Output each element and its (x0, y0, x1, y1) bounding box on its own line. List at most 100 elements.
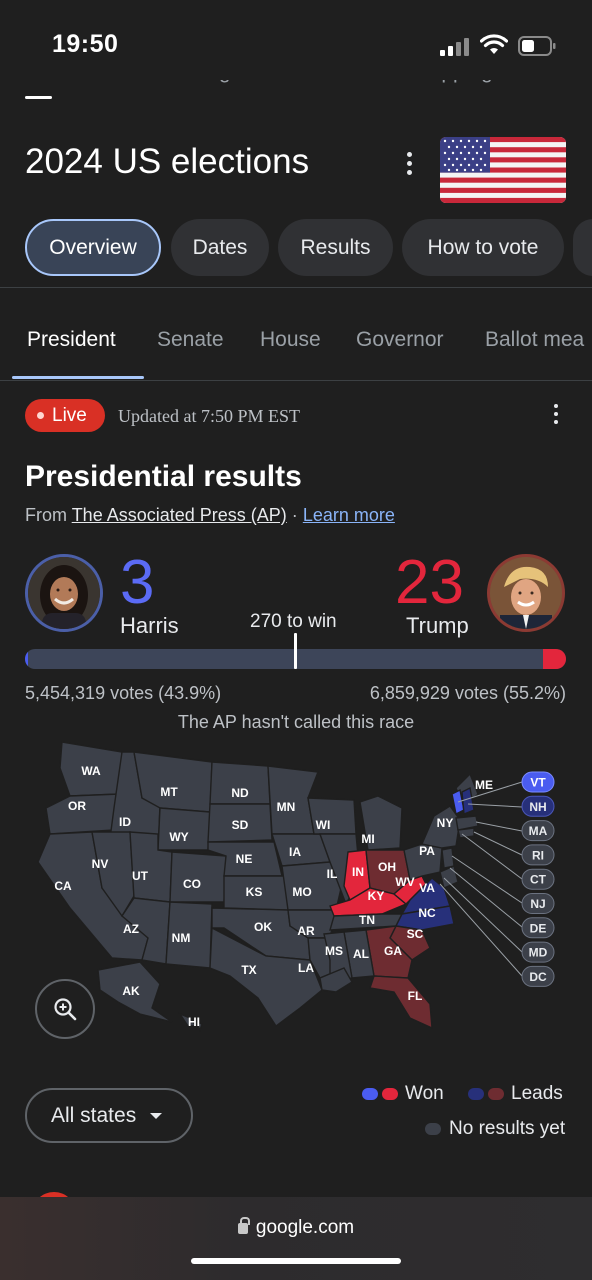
state-label-ny: NY (437, 816, 454, 830)
state-label-sd: SD (232, 818, 249, 832)
race-status: The AP hasn't called this race (177, 712, 415, 732)
state-label-il: IL (327, 867, 338, 881)
divider (0, 287, 592, 288)
state-label-nc: NC (418, 906, 436, 920)
page-title: 2024 US elections (25, 142, 310, 181)
harris-avatar[interactable] (25, 554, 103, 632)
state-label-in: IN (352, 865, 364, 879)
trump-popular-votes: 6,859,929 votes (55.2%) (369, 683, 566, 703)
topic-chips: Overview Dates Results How to vote (25, 219, 592, 277)
chip-results[interactable]: Results (278, 219, 393, 276)
no-results-swatch (425, 1123, 441, 1135)
state-label-me: ME (475, 778, 493, 792)
zoom-in-icon (54, 998, 77, 1021)
to-win-label: 270 to win (250, 611, 337, 632)
caret-down-icon (150, 1112, 163, 1119)
state-label-mi: MI (361, 832, 374, 846)
state-label-nd: ND (231, 786, 249, 800)
chip-dates[interactable]: Dates (171, 219, 269, 276)
state-label-ia: IA (289, 845, 301, 859)
legend-leads: Leads (468, 1083, 563, 1105)
us-electoral-map[interactable]: WA OR CA ID NV MT WY UT AZ CO NM ND SD NE KS OK TX MN IA MO… (30, 738, 570, 1038)
state-label-wv: WV (395, 875, 414, 889)
state-label-ar: AR (297, 924, 315, 938)
ap-source-link[interactable]: The Associated Press (AP) (72, 505, 287, 525)
callout-label-dc: DC (529, 970, 547, 984)
trump-progress-fill (542, 649, 566, 669)
callout-label-nj: NJ (530, 897, 545, 911)
source-prefix: From (25, 505, 67, 525)
won-harris-swatch (362, 1088, 378, 1100)
callout-label-ma: MA (529, 824, 548, 838)
search-tab-indicator (25, 96, 52, 99)
callout-label-ct: CT (530, 873, 547, 887)
state-label-oh: OH (378, 860, 396, 874)
state-label-ut: UT (132, 869, 149, 883)
legend-won-label: Won (405, 1083, 444, 1104)
state-label-sc: SC (407, 927, 424, 941)
tab-ballot-measures[interactable]: Ballot mea (485, 328, 584, 352)
callout-label-vt: VT (530, 776, 546, 790)
card-menu-icon[interactable] (551, 404, 561, 428)
race-tabs: President Senate House Governor Ballot m… (0, 318, 592, 380)
chip-how-to-vote[interactable]: How to vote (402, 219, 564, 276)
results-title: Presidential results (25, 460, 302, 493)
state-label-co: CO (183, 877, 201, 891)
state-label-az: AZ (123, 922, 139, 936)
legend-won: Won (362, 1083, 444, 1105)
state-label-hi: HI (188, 1015, 200, 1029)
trump-avatar[interactable] (487, 554, 565, 632)
state-label-ca: CA (54, 879, 72, 893)
callout-label-md: MD (529, 946, 548, 960)
url-display[interactable]: google.com (0, 1217, 592, 1239)
state-label-al: AL (353, 947, 369, 961)
tab-senate[interactable]: Senate (157, 328, 224, 352)
wifi-icon (480, 34, 508, 54)
browser-url-bar[interactable]: google.com (0, 1197, 592, 1280)
trump-name: Trump (406, 613, 469, 638)
tab-president[interactable]: President (27, 328, 116, 352)
tab-governor[interactable]: Governor (356, 328, 444, 352)
more-options-icon[interactable] (402, 152, 416, 178)
state-label-mt: MT (160, 785, 178, 799)
all-states-label: All states (51, 1103, 137, 1127)
tab-indicator (12, 376, 144, 379)
state-label-wa: WA (81, 764, 101, 778)
home-indicator[interactable] (191, 1258, 401, 1264)
live-badge: Live (25, 399, 105, 432)
harris-popular-votes: 5,454,319 votes (43.9%) (25, 683, 222, 703)
state-label-la: LA (298, 961, 314, 975)
lead-harris-swatch (468, 1088, 484, 1100)
state-label-id: ID (119, 815, 131, 829)
us-flag-image (440, 137, 566, 203)
learn-more-link[interactable]: Learn more (303, 505, 395, 525)
tab-house[interactable]: House (260, 328, 321, 352)
legend-no-results-label: No results yet (449, 1118, 566, 1139)
all-states-dropdown[interactable]: All states (25, 1088, 193, 1143)
state-label-ks: KS (246, 885, 263, 899)
state-label-mn: MN (277, 800, 296, 814)
callout-label-ri: RI (532, 848, 544, 862)
state-label-nv: NV (92, 857, 109, 871)
state-label-ms: MS (325, 944, 343, 958)
state-label-va: VA (419, 881, 435, 895)
state-label-wi: WI (316, 818, 331, 832)
state-label-pa: PA (419, 844, 435, 858)
state-label-ga: GA (384, 944, 402, 958)
state-label-wy: WY (169, 830, 188, 844)
chip-overview[interactable]: Overview (25, 219, 161, 276)
callout-pills: VT NH MA RI CT NJ DE MD DC (521, 771, 555, 987)
zoom-button[interactable] (35, 979, 95, 1039)
harris-progress-fill (25, 649, 29, 669)
chip-overflow[interactable] (573, 219, 592, 276)
callout-label-nh: NH (529, 800, 546, 814)
callout-label-de: DE (530, 921, 547, 935)
state-label-fl: FL (408, 989, 423, 1003)
state-label-or: OR (68, 799, 86, 813)
cellular-signal-icon (440, 38, 472, 56)
lead-trump-swatch (488, 1088, 504, 1100)
updated-timestamp: Updated at 7:50 PM EST (118, 406, 300, 426)
won-trump-swatch (382, 1088, 398, 1100)
live-dot-icon (37, 412, 44, 419)
state-label-ak: AK (122, 984, 140, 998)
